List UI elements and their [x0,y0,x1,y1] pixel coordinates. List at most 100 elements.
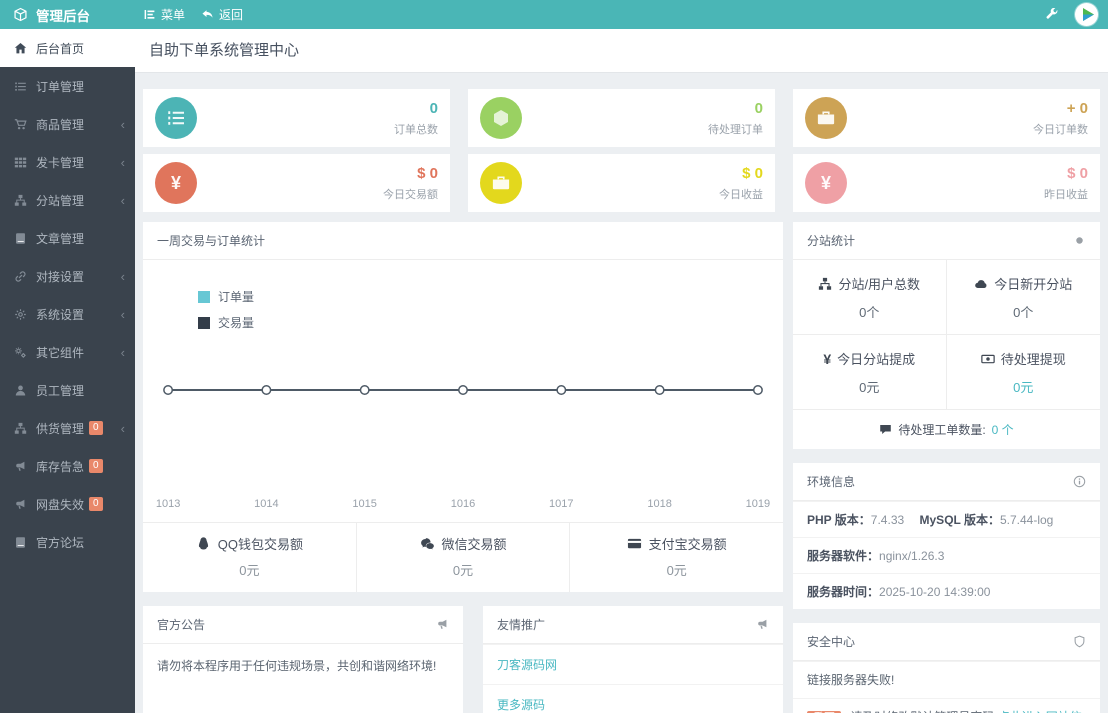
stat-label: 今日交易额 [383,188,438,201]
sidebar-item-integrations[interactable]: 对接设置 ‹ [0,257,135,295]
bullhorn-icon [14,460,27,473]
chart-marker [359,385,370,395]
chart-marker [458,385,468,395]
payment-label: 支付宝交易额 [648,537,727,552]
stat-value: 0 [754,99,763,117]
sidebar-item-substations[interactable]: 分站管理 ‹ [0,181,135,219]
stat-card-today-volume: ¥ $ 0 今日交易额 [143,154,450,212]
env-value: 2025-10-20 14:39:00 [879,585,991,599]
circle-icon [1073,234,1086,247]
sidebar-item-products[interactable]: 商品管理 ‹ [0,105,135,143]
menu-toggle[interactable]: 菜单 [143,6,185,23]
sidebar-item-card-issuing[interactable]: 发卡管理 ‹ [0,143,135,181]
env-label: PHP 版本： [807,513,871,527]
sidebar-item-label: 库存告急 [36,459,85,474]
stat-value: $ 0 [417,164,438,182]
cell-value: 0元 [1013,380,1034,395]
promo-link[interactable]: 更多源码 [497,698,545,712]
announcement-content: 请勿将本程序用于任何违规场景，共创和谐网络环境! [157,659,437,673]
payment-summary-row: QQ钱包交易额 0元 微信交易额 0元 支付宝交易额 0元 [143,522,783,592]
bullhorn-icon [756,618,769,631]
cell-value: 0元 [859,380,880,395]
chart-marker [654,385,665,395]
security-title: 安全中心 [807,635,856,649]
payment-value: 0元 [239,563,260,578]
env-row-server: 服务器软件：nginx/1.26.3 [793,537,1100,573]
stat-label: 昨日收益 [1044,188,1088,201]
info-icon [1073,475,1086,488]
legend-label: 交易量 [218,316,255,330]
sidebar-item-supply[interactable]: 供货管理 0 ‹ [0,409,135,447]
substation-cell-withdrawals: 待处理提现 0元 [947,335,1101,409]
env-label: 服务器软件： [807,549,880,563]
promo-link-row: 刀客源码网 [483,644,783,684]
env-row-versions: PHP 版本：7.4.33 MySQL 版本：5.7.44-log [793,501,1100,537]
sidebar-item-staff[interactable]: 员工管理 [0,371,135,409]
legend-swatch [198,316,210,329]
security-row-connection: 链接服务器失败! [793,661,1100,698]
stat-icon-circle [480,162,522,204]
stat-value: $ 0 [1067,164,1088,182]
substation-title: 分站统计 [807,234,856,248]
promo-panel: 友情推广 刀客源码网 更多源码 [483,606,783,713]
env-row-time: 服务器时间：2025-10-20 14:39:00 [793,573,1100,609]
hexagon-icon [491,108,511,128]
grid-icon [14,156,27,169]
legend-item-orders[interactable]: 订单量 [198,288,254,305]
stat-label: 订单总数 [394,123,438,136]
cell-label: 今日新开分站 [994,277,1073,292]
sitemap-icon [818,277,832,291]
payment-value: 0元 [666,563,687,578]
brand[interactable]: 管理后台 [0,5,135,25]
sidebar-item-label: 发卡管理 [36,155,85,170]
top-bar: 管理后台 菜单 返回 [0,0,1108,29]
chart-marker [261,385,272,395]
promo-title: 友情推广 [497,618,546,632]
chart-x-label: 1016 [451,498,476,510]
chart-x-label: 1018 [647,498,672,510]
env-label: MySQL 版本： [919,513,1000,527]
promo-link[interactable]: 刀客源码网 [497,658,557,672]
env-label: 服务器时间： [807,585,880,599]
chart-panel-title: 一周交易与订单统计 [157,234,266,248]
sitemap-icon [14,194,27,207]
legend-item-trades[interactable]: 交易量 [198,314,254,331]
sidebar-item-components[interactable]: 其它组件 ‹ [0,333,135,371]
chart-legend: 订单量 交易量 [198,288,254,340]
security-text: 链接服务器失败! [807,673,895,687]
credit-card-icon [627,536,642,551]
stat-cards: 0 订单总数 0 待处理订单 + 0 今日订单数 ¥ $ 0 今日交易额 $ 0… [143,89,1100,212]
sidebar-item-articles[interactable]: 文章管理 [0,219,135,257]
brand-title: 管理后台 [36,8,90,24]
gears-icon [14,346,27,359]
link-icon [14,270,27,283]
chevron-left-icon: ‹ [120,116,125,132]
legend-label: 订单量 [218,290,255,304]
payment-wechat: 微信交易额 0元 [355,523,570,592]
left-column: 一周交易与订单统计 订单量 交易量 1013 1014 1015 1016 10… [143,222,783,713]
yen-icon: ¥ [170,172,181,193]
sidebar-item-netdisk-invalid[interactable]: 网盘失效 0 [0,485,135,523]
back-button[interactable]: 返回 [201,6,243,23]
count-badge: 0 [89,459,103,473]
sidebar-item-stock-alert[interactable]: 库存告急 0 [0,447,135,485]
briefcase-icon [816,108,836,128]
environment-title: 环境信息 [807,475,856,489]
main-area: 自助下单系统管理中心 0 订单总数 0 待处理订单 + 0 今日订单数 ¥ $ … [135,29,1108,713]
stat-value: $ 0 [742,164,763,182]
top-menu: 菜单 返回 [143,6,243,23]
chart-x-label: 1015 [352,498,377,510]
sidebar-item-system-settings[interactable]: 系统设置 ‹ [0,295,135,333]
home-icon [14,42,27,55]
briefcase-icon [491,173,511,193]
sitemap-icon [14,422,27,435]
chart-x-label: 1019 [746,498,771,510]
sidebar-item-forum[interactable]: 官方论坛 [0,523,135,561]
cell-label: 分站/用户总数 [838,277,921,292]
player-logo[interactable] [1075,3,1098,26]
money-icon [981,352,995,366]
sidebar-item-orders[interactable]: 订单管理 [0,67,135,105]
wrench-icon[interactable] [1045,8,1059,22]
environment-panel: 环境信息 PHP 版本：7.4.33 MySQL 版本：5.7.44-log 服… [793,463,1100,609]
sidebar-item-home[interactable]: 后台首页 [0,29,135,67]
